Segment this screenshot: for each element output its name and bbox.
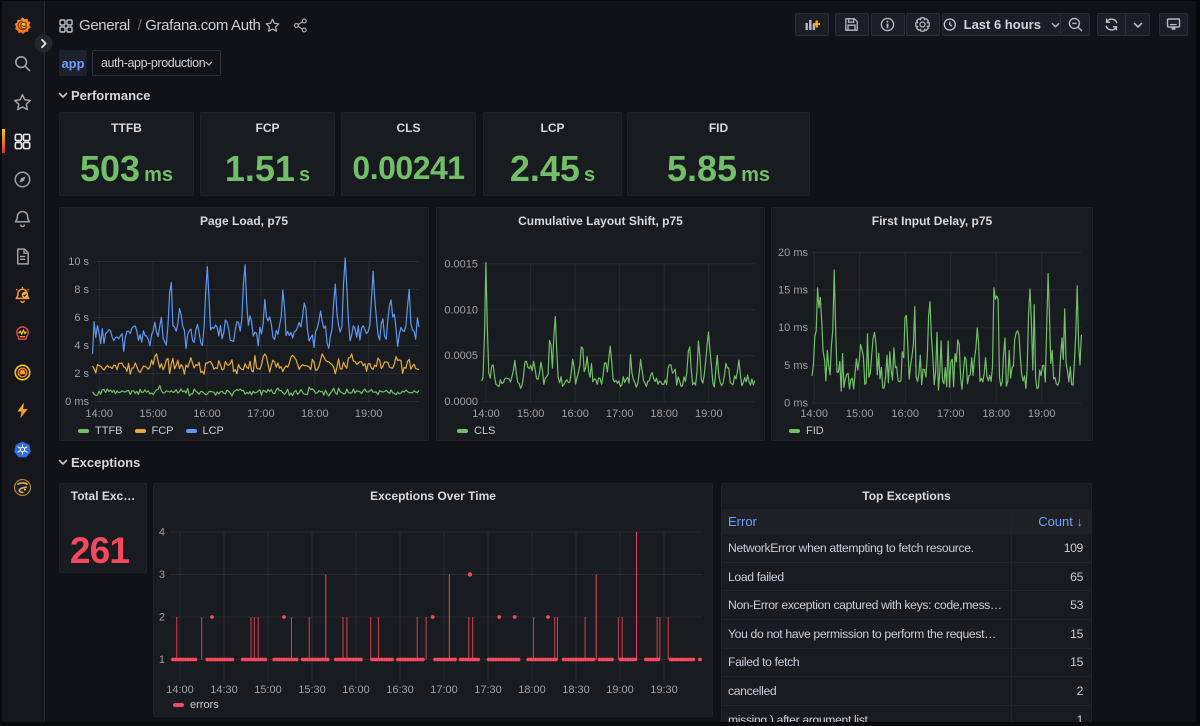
svg-text:15:30: 15:30 [298, 684, 326, 696]
svg-text:17:30: 17:30 [474, 684, 502, 696]
svg-text:14:00: 14:00 [85, 408, 113, 420]
svg-text:15 ms: 15 ms [778, 285, 808, 297]
svg-text:16:00: 16:00 [561, 408, 589, 420]
svg-text:19:30: 19:30 [650, 684, 678, 696]
svg-text:3: 3 [159, 569, 165, 581]
svg-text:19:00: 19:00 [606, 684, 634, 696]
svg-text:18:00: 18:00 [982, 408, 1010, 420]
svg-text:14:00: 14:00 [166, 684, 194, 696]
svg-text:15:00: 15:00 [846, 408, 874, 420]
svg-text:4 s: 4 s [74, 340, 89, 352]
svg-text:19:00: 19:00 [695, 408, 723, 420]
svg-text:2: 2 [159, 612, 165, 624]
svg-text:0.0015: 0.0015 [444, 258, 478, 270]
svg-text:16:00: 16:00 [342, 684, 370, 696]
svg-text:16:00: 16:00 [193, 408, 221, 420]
svg-text:2 s: 2 s [74, 368, 89, 380]
svg-text:10 ms: 10 ms [778, 322, 808, 334]
svg-text:16:30: 16:30 [386, 684, 414, 696]
svg-text:17:00: 17:00 [430, 684, 458, 696]
svg-text:19:00: 19:00 [1028, 408, 1056, 420]
svg-text:8 s: 8 s [74, 284, 89, 296]
svg-text:5 ms: 5 ms [784, 360, 808, 372]
svg-text:17:00: 17:00 [937, 408, 965, 420]
svg-text:17:00: 17:00 [606, 408, 634, 420]
svg-text:6 s: 6 s [74, 312, 89, 324]
svg-text:0.0000: 0.0000 [444, 396, 478, 408]
svg-text:16:00: 16:00 [891, 408, 919, 420]
svg-text:0.0005: 0.0005 [444, 350, 478, 362]
svg-text:10 s: 10 s [68, 256, 89, 268]
svg-text:4: 4 [159, 527, 165, 539]
svg-text:1: 1 [159, 654, 165, 666]
svg-text:17:00: 17:00 [247, 408, 275, 420]
svg-text:14:00: 14:00 [472, 408, 500, 420]
svg-text:20 ms: 20 ms [778, 247, 808, 259]
svg-text:19:00: 19:00 [355, 408, 383, 420]
svg-text:18:00: 18:00 [650, 408, 678, 420]
svg-text:15:00: 15:00 [139, 408, 167, 420]
svg-text:18:00: 18:00 [301, 408, 329, 420]
svg-text:14:30: 14:30 [210, 684, 238, 696]
svg-text:15:00: 15:00 [517, 408, 545, 420]
svg-text:14:00: 14:00 [800, 408, 828, 420]
svg-text:18:00: 18:00 [518, 684, 546, 696]
svg-text:15:00: 15:00 [254, 684, 282, 696]
svg-text:0.0010: 0.0010 [444, 304, 478, 316]
svg-text:0 ms: 0 ms [65, 396, 89, 408]
svg-text:18:30: 18:30 [562, 684, 590, 696]
